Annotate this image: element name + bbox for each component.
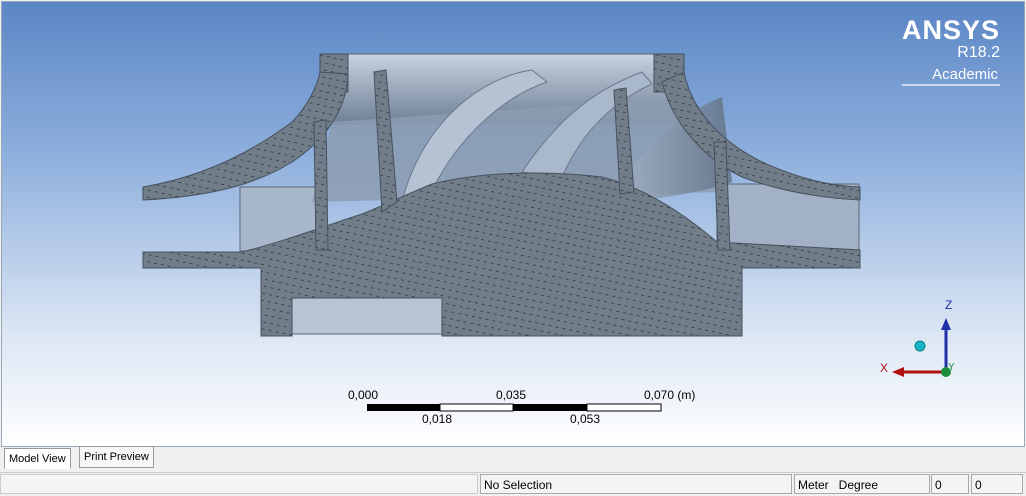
model-viewport[interactable]: Z X Y ANSYS R18.2 Academic 0,000 0,035 0… xyxy=(1,1,1025,447)
status-units[interactable]: Meter Degree xyxy=(794,474,930,494)
brand-name: ANSYS xyxy=(901,15,1000,45)
model-section-view[interactable]: Z X Y xyxy=(2,2,1024,446)
status-value-2: 0 xyxy=(971,474,1023,494)
scale-label-070: 0,070 (m) xyxy=(644,388,696,402)
scale-bar xyxy=(367,403,662,412)
status-selection: No Selection xyxy=(480,474,792,494)
brand-edition: Academic xyxy=(901,66,1000,86)
triad-x-label: X xyxy=(880,361,888,375)
tab-model-view[interactable]: Model View xyxy=(4,448,71,469)
scale-label-0: 0,000 xyxy=(348,388,379,402)
scale-label-035: 0,035 xyxy=(496,388,527,402)
scale-label-053: 0,053 xyxy=(570,412,601,426)
status-message xyxy=(0,474,478,494)
status-bar: No Selection Meter Degree 0 0 xyxy=(0,472,1026,496)
scale-label-018: 0,018 xyxy=(422,412,453,426)
status-value-1: 0 xyxy=(931,474,969,494)
coordinate-triad[interactable]: Z X Y xyxy=(880,298,955,377)
ansys-logo: ANSYS R18.2 Academic xyxy=(901,15,1000,86)
triad-z-label: Z xyxy=(945,298,952,312)
tab-print-preview[interactable]: Print Preview xyxy=(79,446,154,468)
triad-y-label: Y xyxy=(948,362,955,373)
brand-version: R18.2 xyxy=(957,44,1000,61)
